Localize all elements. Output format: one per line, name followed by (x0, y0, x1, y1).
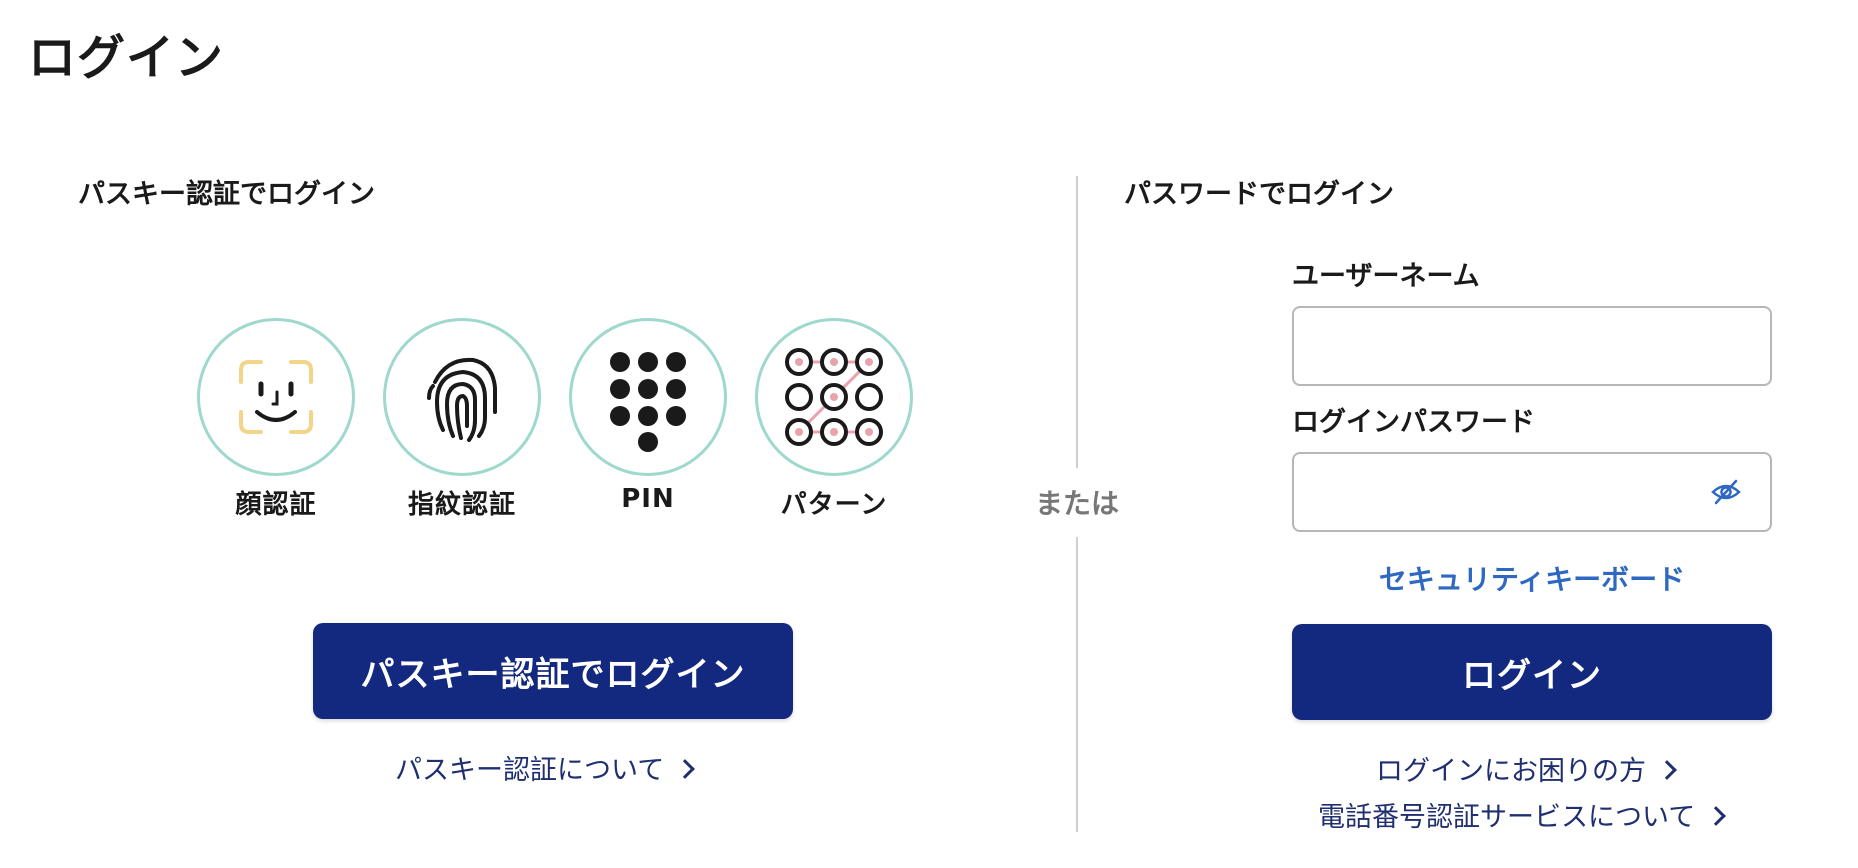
chevron-right-icon (1706, 805, 1727, 826)
login-help-link-label: ログインにお困りの方 (1376, 756, 1646, 787)
passkey-about-link-label: パスキー認証について (395, 755, 665, 786)
method-label: PIN (621, 484, 675, 514)
method-pin: PIN (558, 318, 738, 514)
method-label: 顔認証 (235, 490, 317, 520)
passkey-about-link[interactable]: パスキー認証について (395, 748, 696, 787)
page-title: ログイン (28, 30, 225, 86)
password-input[interactable] (1292, 452, 1772, 532)
hide-password-icon[interactable] (1710, 476, 1742, 508)
method-label: 指紋認証 (407, 490, 516, 520)
chevron-right-icon (1657, 759, 1677, 780)
phone-auth-link-label: 電話番号認証サービスについて (1318, 802, 1696, 833)
divider (1076, 537, 1078, 832)
chevron-right-icon (675, 758, 696, 779)
method-face: 顔認証 (186, 318, 366, 521)
username-label: ユーザーネーム (1292, 261, 1480, 292)
login-page: ログイン パスキー認証でログイン 顔認証 指紋認証 PIN パターン パスキー認… (0, 0, 1858, 868)
divider (1076, 176, 1078, 468)
login-help-link[interactable]: ログインにお困りの方 (1376, 749, 1677, 788)
security-keyboard-link[interactable]: セキュリティキーボード (1292, 558, 1772, 598)
passkey-login-button[interactable]: パスキー認証でログイン (313, 623, 793, 719)
password-section-title: パスワードでログイン (1124, 179, 1394, 210)
login-button[interactable]: ログイン (1292, 624, 1772, 720)
pin-keypad-icon (569, 318, 727, 476)
phone-auth-link[interactable]: 電話番号認証サービスについて (1318, 795, 1727, 834)
password-label: ログインパスワード (1292, 407, 1535, 438)
divider-label: または (1034, 487, 1119, 520)
passkey-section-title: パスキー認証でログイン (78, 179, 375, 210)
method-fingerprint: 指紋認証 (372, 318, 552, 521)
method-pattern: パターン (744, 318, 924, 521)
face-icon (197, 318, 355, 476)
pattern-icon (755, 318, 913, 476)
username-input[interactable] (1292, 306, 1772, 386)
fingerprint-icon (383, 318, 541, 476)
method-label: パターン (780, 490, 888, 520)
